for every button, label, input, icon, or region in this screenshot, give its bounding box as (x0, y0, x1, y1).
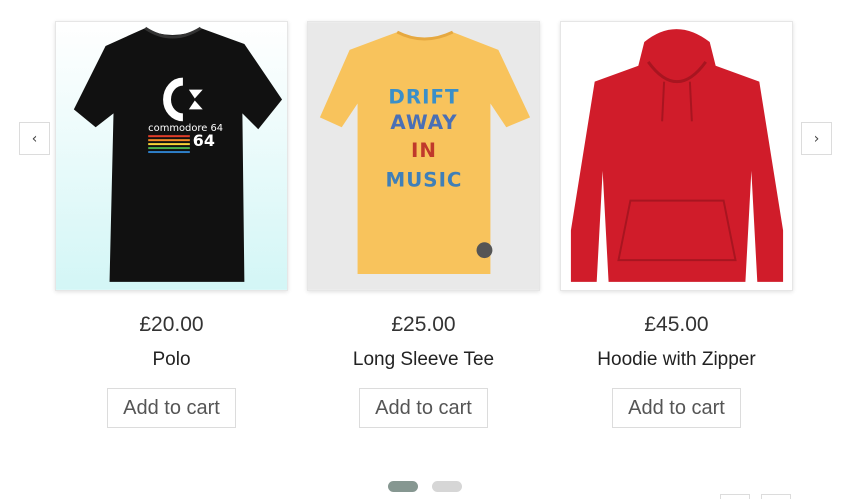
product-image-hoodie[interactable] (560, 21, 793, 291)
pagination-dot-2[interactable] (432, 481, 462, 492)
product-price: £45.00 (644, 313, 709, 336)
product-price: £20.00 (139, 313, 204, 336)
add-to-cart-button[interactable]: Add to cart (359, 388, 488, 428)
product-card-hoodie-with-zipper: £45.00 Hoodie with Zipper Add to cart (560, 21, 793, 428)
add-to-cart-button[interactable]: Add to cart (107, 388, 236, 428)
svg-text:IN: IN (411, 139, 437, 162)
black-tshirt-image: commodore 64 64 (56, 22, 287, 290)
svg-text:64: 64 (193, 131, 215, 150)
product-title[interactable]: Hoodie with Zipper (560, 349, 793, 371)
red-hoodie-image (561, 22, 792, 290)
pagination-dot-1[interactable] (388, 481, 418, 492)
product-image-long-sleeve-tee[interactable]: DRIFT AWAY IN MUSIC (307, 21, 540, 291)
carousel-next-button[interactable]: › (801, 122, 832, 155)
product-card-long-sleeve-tee: DRIFT AWAY IN MUSIC £25.00 Long Sleeve T… (307, 21, 540, 428)
add-to-cart-button[interactable]: Add to cart (612, 388, 741, 428)
product-image-polo[interactable]: commodore 64 64 (55, 21, 288, 291)
product-price: £25.00 (391, 313, 456, 336)
carousel-prev-button[interactable]: ‹ (19, 122, 50, 155)
svg-text:MUSIC: MUSIC (386, 169, 463, 192)
svg-text:DRIFT: DRIFT (388, 85, 459, 108)
product-title[interactable]: Polo (55, 349, 288, 371)
product-card-polo: commodore 64 64 £20.00 Polo Add to cart (55, 21, 288, 428)
yellow-tshirt-image: DRIFT AWAY IN MUSIC (308, 22, 539, 290)
carousel-pagination (388, 481, 462, 492)
product-title[interactable]: Long Sleeve Tee (307, 349, 540, 371)
bottom-control-left[interactable] (720, 494, 750, 499)
bottom-control-right[interactable] (761, 494, 791, 499)
svg-text:AWAY: AWAY (390, 111, 457, 134)
